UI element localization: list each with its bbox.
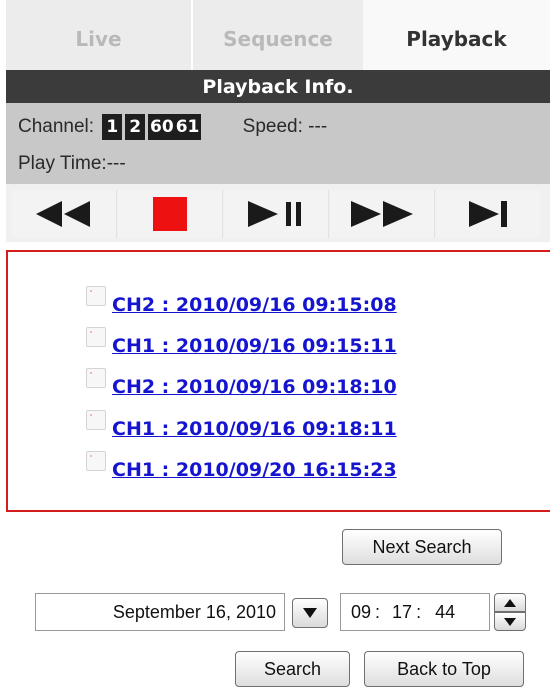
time-up-button[interactable] bbox=[494, 593, 526, 612]
play-time-value: --- bbox=[106, 153, 126, 174]
search-button[interactable]: Search bbox=[235, 651, 350, 687]
time-spinner bbox=[494, 593, 526, 631]
time-second[interactable]: 44 bbox=[435, 602, 455, 623]
speed-label: Speed: bbox=[242, 116, 303, 137]
play-pause-button[interactable] bbox=[224, 190, 329, 238]
time-minute[interactable]: 17 bbox=[392, 602, 412, 623]
result-link[interactable]: CH1 : 2010/09/16 09:18:11 bbox=[112, 418, 397, 440]
stop-button[interactable] bbox=[118, 190, 223, 238]
time-separator: : bbox=[416, 601, 422, 622]
result-link[interactable]: CH1 : 2010/09/16 09:15:11 bbox=[112, 335, 397, 357]
result-checkbox[interactable] bbox=[86, 368, 106, 388]
channel-badge: 2 bbox=[125, 114, 146, 140]
search-results-list: CH2 : 2010/09/16 09:15:08 CH1 : 2010/09/… bbox=[6, 250, 550, 512]
date-value: September 16, 2010 bbox=[112, 601, 276, 622]
date-dropdown-button[interactable] bbox=[292, 598, 328, 628]
time-hour[interactable]: 09 bbox=[351, 602, 371, 623]
tab-bar: Live Sequence Playback bbox=[0, 0, 550, 70]
speed-value: --- bbox=[308, 116, 328, 137]
result-checkbox[interactable] bbox=[86, 286, 106, 306]
result-link[interactable]: CH2 : 2010/09/16 09:15:08 bbox=[112, 294, 397, 316]
fast-forward-icon bbox=[351, 201, 413, 227]
arrow-up-icon bbox=[504, 598, 516, 607]
stop-icon bbox=[153, 197, 187, 231]
playback-info-title: Playback Info. bbox=[6, 70, 550, 103]
play-pause-icon bbox=[248, 201, 301, 227]
next-search-button[interactable]: Next Search bbox=[342, 529, 502, 565]
channel-badge: 61 bbox=[174, 114, 202, 140]
date-field[interactable]: September 16, 2010 bbox=[35, 593, 285, 631]
next-frame-button[interactable] bbox=[436, 190, 540, 238]
result-link[interactable]: CH2 : 2010/09/16 09:18:10 bbox=[112, 376, 397, 398]
arrow-down-icon bbox=[504, 617, 516, 626]
next-frame-icon bbox=[469, 201, 507, 227]
list-item: CH2 : 2010/09/16 09:18:10 bbox=[86, 364, 397, 398]
list-item: CH1 : 2010/09/20 16:15:23 bbox=[86, 447, 397, 481]
list-item: CH2 : 2010/09/16 09:15:08 bbox=[86, 282, 397, 316]
channel-badge: 1 bbox=[102, 114, 123, 140]
result-checkbox[interactable] bbox=[86, 327, 106, 347]
back-to-top-button[interactable]: Back to Top bbox=[364, 651, 524, 687]
time-down-button[interactable] bbox=[494, 612, 526, 631]
tab-playback[interactable]: Playback bbox=[363, 0, 550, 70]
chevron-down-icon bbox=[303, 608, 317, 618]
channel-badge: 60 bbox=[148, 114, 175, 140]
channel-speed-row: Channel: 1 2 60 61 Speed: --- bbox=[18, 114, 327, 140]
result-link[interactable]: CH1 : 2010/09/20 16:15:23 bbox=[112, 459, 397, 481]
rewind-button[interactable] bbox=[12, 190, 117, 238]
play-time-row: Play Time:--- bbox=[18, 153, 126, 175]
tab-live[interactable]: Live bbox=[6, 0, 191, 70]
list-item: CH1 : 2010/09/16 09:15:11 bbox=[86, 323, 397, 357]
rewind-icon bbox=[36, 201, 90, 227]
channel-label: Channel: bbox=[18, 116, 95, 137]
list-item: CH1 : 2010/09/16 09:18:11 bbox=[86, 406, 397, 440]
play-time-label: Play Time: bbox=[18, 153, 107, 174]
result-checkbox[interactable] bbox=[86, 410, 106, 430]
tab-sequence[interactable]: Sequence bbox=[193, 0, 363, 70]
playback-controls bbox=[6, 184, 550, 242]
time-separator: : bbox=[375, 601, 381, 622]
time-field[interactable]: 09 : 17 : 44 bbox=[340, 593, 490, 631]
fast-forward-button[interactable] bbox=[330, 190, 435, 238]
playback-info-panel: Playback Info. Channel: 1 2 60 61 Speed: --… bbox=[6, 70, 550, 184]
result-checkbox[interactable] bbox=[86, 451, 106, 471]
